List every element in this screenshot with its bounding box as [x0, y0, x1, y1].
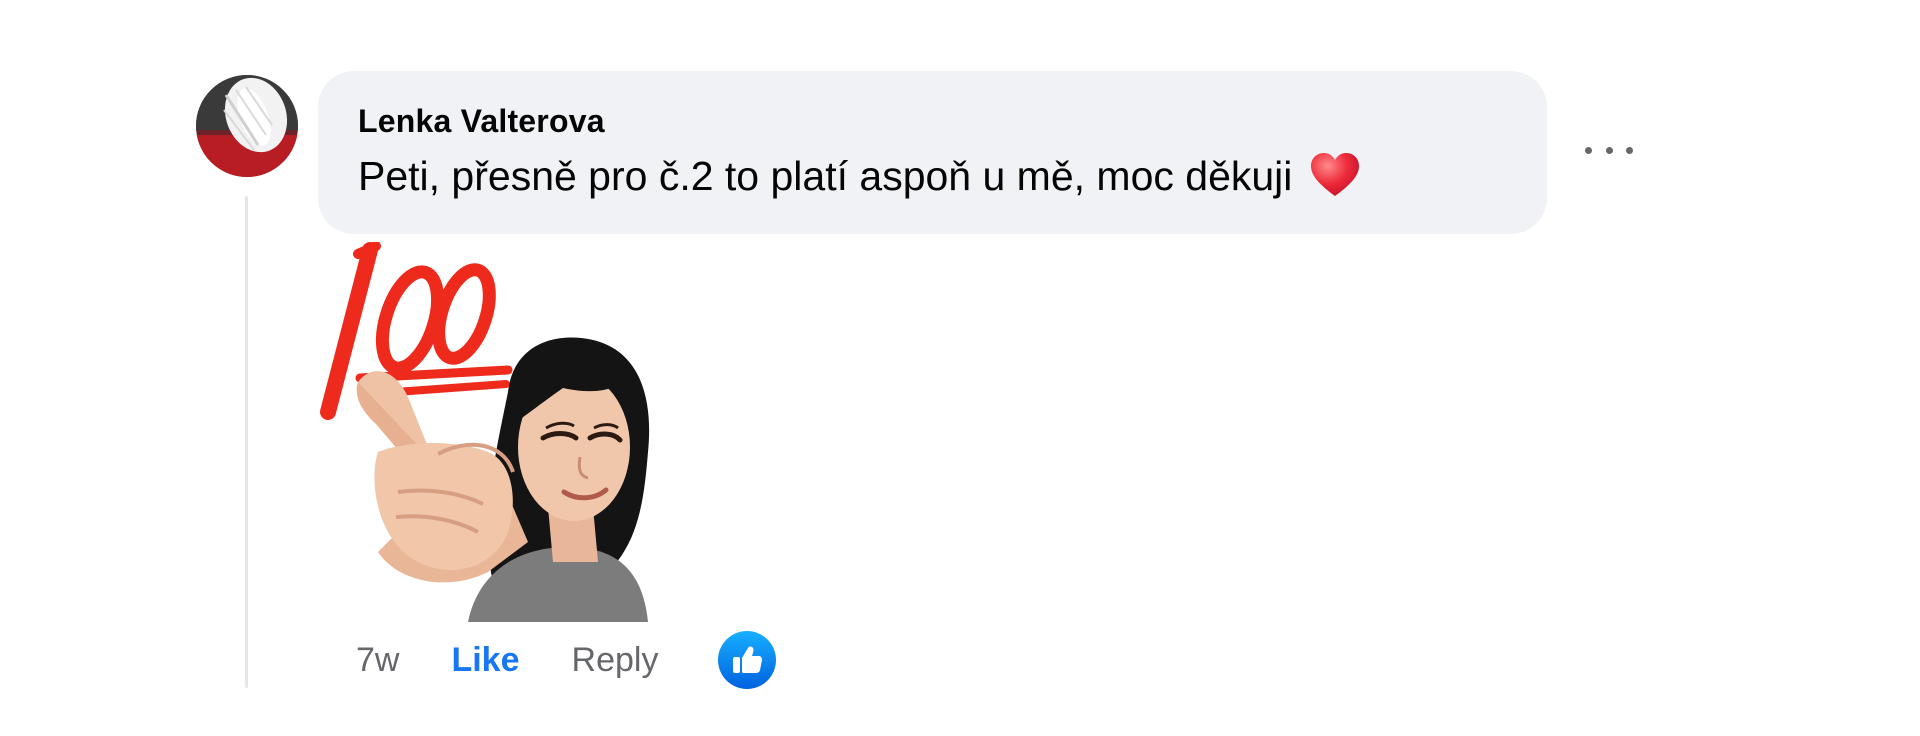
reply-link[interactable]: Reply: [572, 641, 659, 680]
like-link[interactable]: Like: [451, 641, 519, 680]
comment-body: Peti, přesně pro č.2 to platí aspoň u mě…: [358, 151, 1511, 201]
sticker: [318, 241, 683, 622]
more-dot: [1585, 146, 1592, 154]
comment-bubble: Lenka Valterova Peti, přesně pro č.2 to …: [318, 71, 1547, 234]
comment-text: Peti, přesně pro č.2 to platí aspoň u mě…: [358, 153, 1293, 199]
thumbs-up-icon: [733, 646, 763, 673]
thread-line: [245, 196, 248, 688]
more-dot: [1626, 146, 1633, 154]
like-reaction-icon[interactable]: [718, 631, 777, 689]
avatar[interactable]: [196, 75, 298, 177]
heart-icon: [1310, 153, 1359, 196]
more-options-button[interactable]: [1585, 135, 1633, 165]
hundred-mark: [320, 241, 513, 420]
comment-timestamp[interactable]: 7w: [356, 641, 399, 680]
comment-actions: 7w Like Reply: [356, 631, 777, 689]
comment-author[interactable]: Lenka Valterova: [358, 101, 1511, 141]
more-dot: [1605, 146, 1613, 154]
